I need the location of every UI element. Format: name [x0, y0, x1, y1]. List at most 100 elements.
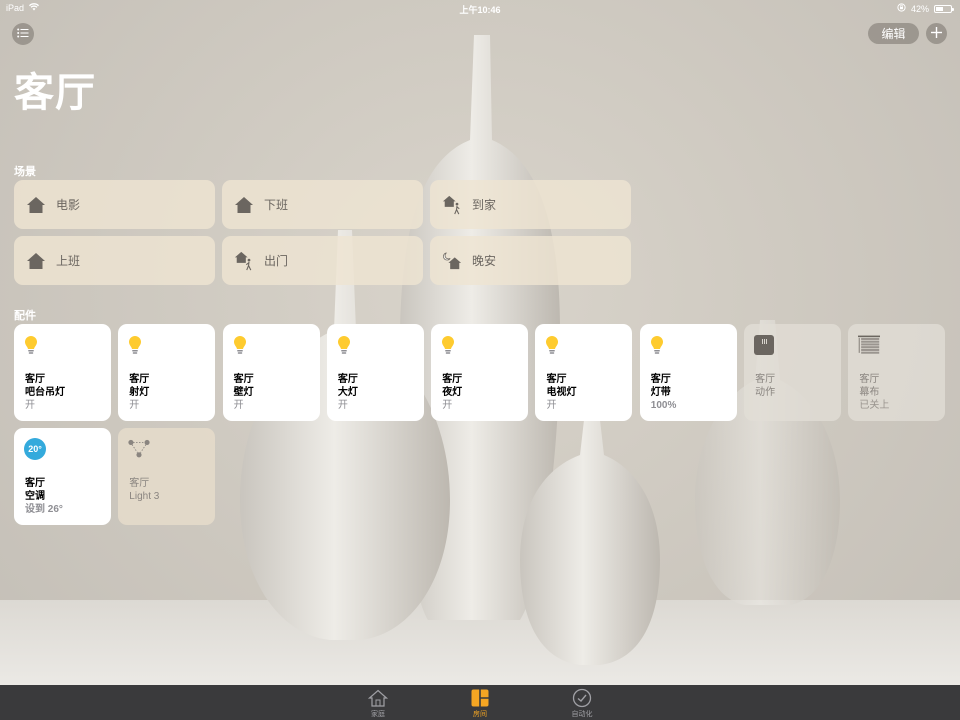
blinds-icon: [858, 334, 881, 356]
scene-label: 出门: [264, 254, 289, 268]
house-leave-icon: [234, 251, 254, 271]
add-button[interactable]: [926, 23, 947, 44]
tab-automation[interactable]: 自动化: [557, 685, 607, 720]
accessory-text: 客厅 射灯 开: [129, 373, 149, 412]
tab-label: 家庭: [371, 711, 385, 718]
automation-tab-icon: [571, 688, 593, 708]
accessory-text: 客厅 动作: [755, 373, 775, 399]
accessory-room: 客厅: [755, 374, 776, 385]
accessory-tile-light-3[interactable]: 客厅 Light 3: [118, 428, 216, 525]
accessory-status: 开: [25, 400, 35, 411]
scene-leave-home[interactable]: 出门: [222, 236, 423, 285]
bridge-icon: [128, 438, 150, 460]
bulb-icon: [128, 334, 150, 356]
accessory-tile-action[interactable]: 客厅 动作: [744, 324, 842, 421]
status-right: 42%: [897, 3, 954, 14]
scene-good-night[interactable]: 晚安: [430, 236, 631, 285]
scene-label: 电影: [56, 198, 81, 212]
accessory-room: 客厅: [25, 374, 45, 385]
accessory-name: 电视灯: [546, 387, 577, 398]
accessory-room: 客厅: [129, 374, 150, 385]
tab-home[interactable]: 家庭: [353, 685, 403, 720]
battery-percent: 42%: [910, 3, 929, 14]
bulb-icon: [233, 334, 255, 356]
accessory-name: 动作: [755, 387, 776, 398]
house-icon: [26, 251, 46, 271]
scene-arrive-home[interactable]: 到家: [430, 180, 631, 229]
tab-bar: 家庭 房间 自动化: [0, 685, 960, 720]
scene-label: 上班: [56, 254, 81, 268]
accessory-room: 客厅: [546, 374, 567, 385]
scene-label: 下班: [264, 198, 289, 212]
scene-label: 到家: [472, 198, 497, 212]
house-moon-icon: [442, 251, 462, 271]
scene-go-to-work[interactable]: 上班: [14, 236, 215, 285]
accessory-name: 吧台吊灯: [25, 387, 65, 398]
accessory-text: 客厅 灯带 100%: [651, 373, 677, 412]
scene-off-work[interactable]: 下班: [222, 180, 423, 229]
accessory-room: 客厅: [650, 374, 671, 385]
accessory-tile-tv-light[interactable]: 客厅 电视灯 开: [535, 324, 633, 421]
accessory-text: 客厅 壁灯 开: [234, 373, 254, 412]
accessory-name: 射灯: [129, 387, 150, 398]
bulb-icon: [24, 334, 46, 356]
accessory-name: 灯带: [650, 387, 671, 398]
accessory-status: 开: [442, 400, 453, 411]
page-title: 客厅: [14, 71, 96, 115]
accessories-section-label: 配件: [14, 310, 36, 322]
accessory-room: 客厅: [233, 374, 254, 385]
accessory-room: 客厅: [25, 478, 45, 489]
scenes-section-label: 场景: [14, 166, 36, 178]
accessory-room: 客厅: [129, 478, 150, 489]
accessory-name: 空调: [25, 491, 45, 502]
accessory-text: 客厅 电视灯 开: [546, 373, 576, 412]
accessory-name: Light 3: [129, 491, 160, 502]
orientation-lock-icon: [897, 3, 906, 14]
accessory-tile-main-light[interactable]: 客厅 大灯 开: [326, 324, 424, 421]
tab-label: 自动化: [571, 711, 593, 718]
accessory-text: 客厅 幕布 已关上: [859, 373, 889, 412]
home-tab-icon: [367, 688, 389, 708]
accessory-status: 开: [546, 400, 557, 411]
plus-icon: [931, 25, 942, 43]
accessory-room: 客厅: [442, 374, 463, 385]
rooms-tab-icon: [469, 688, 491, 708]
bulb-icon: [441, 334, 463, 356]
tab-label: 房间: [473, 711, 487, 718]
accessory-tile-air-conditioner[interactable]: 20° 客厅 空调 设到 26°: [14, 428, 111, 525]
accessory-tile-spotlight[interactable]: 客厅 射灯 开: [118, 324, 216, 421]
accessory-name: 夜灯: [442, 387, 463, 398]
accessory-tile-wall-lamp[interactable]: 客厅 壁灯 开: [222, 324, 320, 421]
accessory-text: 客厅 空调 设到 26°: [25, 477, 63, 516]
bulb-icon: [545, 334, 567, 356]
accessory-status: 开: [129, 400, 140, 411]
scene-label: 晚安: [472, 254, 497, 268]
room-list-button[interactable]: [12, 23, 34, 45]
status-bar: iPad 上午10:46 42%: [0, 0, 960, 16]
accessory-status: 开: [337, 400, 348, 411]
edit-button[interactable]: 编辑: [868, 23, 919, 44]
scenes-grid: 电影 下班 到家 上班 出门 晚安: [14, 180, 634, 285]
accessories-grid: 客厅 吧台吊灯 开 客厅 射灯 开 客厅 壁灯 开 客厅 大灯 开 客厅 夜灯 …: [14, 324, 946, 525]
accessory-status: 设到 26°: [25, 504, 63, 515]
accessory-tile-bar-pendant[interactable]: 客厅 吧台吊灯 开: [14, 324, 111, 421]
status-time: 上午10:46: [459, 5, 501, 15]
house-arrive-icon: [442, 195, 462, 215]
accessory-tile-light-strip[interactable]: 客厅 灯带 100%: [639, 324, 737, 421]
accessory-name: 大灯: [337, 387, 358, 398]
accessory-tile-curtain[interactable]: 客厅 幕布 已关上: [848, 324, 946, 421]
tab-rooms[interactable]: 房间: [455, 685, 505, 720]
accessory-text: 客厅 夜灯 开: [442, 373, 462, 412]
bulb-icon: [337, 334, 359, 356]
accessory-tile-night-light[interactable]: 客厅 夜灯 开: [431, 324, 529, 421]
accessory-text: 客厅 Light 3: [129, 477, 159, 503]
scene-movie[interactable]: 电影: [14, 180, 215, 229]
accessory-text: 客厅 大灯 开: [338, 373, 358, 412]
accessory-text: 客厅 吧台吊灯 开: [25, 373, 65, 412]
switch-icon: [754, 334, 776, 356]
accessory-room: 客厅: [337, 374, 358, 385]
bulb-icon: [650, 334, 672, 356]
accessory-status: 已关上: [859, 400, 890, 411]
accessory-name: 幕布: [859, 387, 880, 398]
accessory-room: 客厅: [859, 374, 880, 385]
